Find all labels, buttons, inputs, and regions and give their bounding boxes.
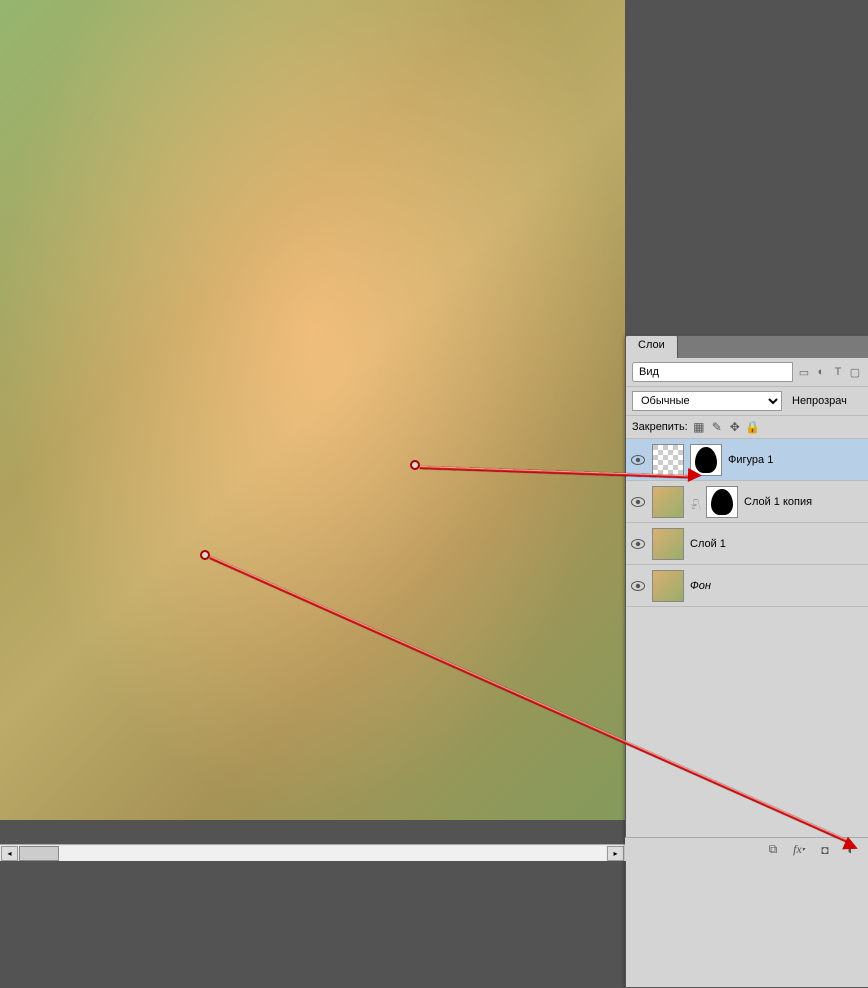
eye-icon: [631, 539, 645, 549]
scroll-track[interactable]: [19, 846, 606, 861]
visibility-toggle[interactable]: [630, 536, 646, 552]
layer-search-input[interactable]: [632, 362, 793, 382]
annotation-arrow-head: [688, 468, 702, 482]
layer-name-label[interactable]: Фигура 1: [728, 454, 864, 466]
link-layers-icon[interactable]: ⧉: [764, 841, 782, 859]
filter-text-icon[interactable]: T: [831, 365, 845, 379]
scroll-left-button[interactable]: ◂: [1, 846, 18, 861]
lock-pixels-icon[interactable]: ✎: [710, 420, 724, 434]
panel-bottom-bar: ⧉ fx▾ ◘ ◐: [625, 837, 868, 861]
layer-thumbnail[interactable]: [652, 528, 684, 560]
eye-icon: [631, 455, 645, 465]
visibility-toggle[interactable]: [630, 578, 646, 594]
layer-row[interactable]: Фон: [626, 565, 868, 607]
layer-row[interactable]: Слой 1: [626, 523, 868, 565]
visibility-toggle[interactable]: [630, 452, 646, 468]
layer-thumbnail[interactable]: [652, 570, 684, 602]
layers-panel: Слои ▭ ◐ T ▢ Обычные Непрозрач Закрепить…: [625, 335, 868, 988]
layer-row[interactable]: 𓍯 Слой 1 копия: [626, 481, 868, 523]
tab-layers[interactable]: Слои: [626, 336, 678, 358]
add-mask-icon[interactable]: ◘: [816, 841, 834, 859]
annotation-arrow-start: [410, 460, 420, 470]
panel-tabs: Слои: [626, 336, 868, 358]
layer-name-label[interactable]: Слой 1: [690, 538, 864, 550]
filter-adjust-icon[interactable]: ◐: [814, 365, 828, 379]
search-row: ▭ ◐ T ▢: [626, 358, 868, 387]
opacity-label: Непрозрач: [792, 395, 847, 407]
canvas-area[interactable]: [0, 0, 625, 820]
eye-icon: [631, 497, 645, 507]
lock-label: Закрепить:: [632, 421, 688, 433]
lock-row: Закрепить: ▦ ✎ ✥ 🔒: [626, 416, 868, 439]
filter-shape-icon[interactable]: ▢: [848, 365, 862, 379]
document-image[interactable]: [0, 0, 625, 820]
lock-all-icon[interactable]: 🔒: [746, 420, 760, 434]
layers-list: Фигура 1 𓍯 Слой 1 копия Слой 1 Фон: [626, 439, 868, 607]
fx-icon[interactable]: fx▾: [790, 841, 808, 859]
layer-thumbnail[interactable]: [652, 486, 684, 518]
lock-transparent-icon[interactable]: ▦: [692, 420, 706, 434]
scroll-right-button[interactable]: ▸: [607, 846, 624, 861]
horizontal-scrollbar[interactable]: ◂ ▸: [0, 844, 625, 861]
filter-icons: ▭ ◐ T ▢: [797, 365, 862, 379]
filter-image-icon[interactable]: ▭: [797, 365, 811, 379]
layer-name-label[interactable]: Слой 1 копия: [744, 496, 864, 508]
link-icon: 𓍯: [690, 497, 700, 507]
lock-position-icon[interactable]: ✥: [728, 420, 742, 434]
layer-mask-thumbnail[interactable]: [706, 486, 738, 518]
blend-row: Обычные Непрозрач: [626, 387, 868, 416]
layer-name-label[interactable]: Фон: [690, 580, 864, 592]
layer-thumbnail[interactable]: [652, 444, 684, 476]
visibility-toggle[interactable]: [630, 494, 646, 510]
blend-mode-select[interactable]: Обычные: [632, 391, 782, 411]
eye-icon: [631, 581, 645, 591]
scroll-thumb[interactable]: [19, 846, 59, 861]
